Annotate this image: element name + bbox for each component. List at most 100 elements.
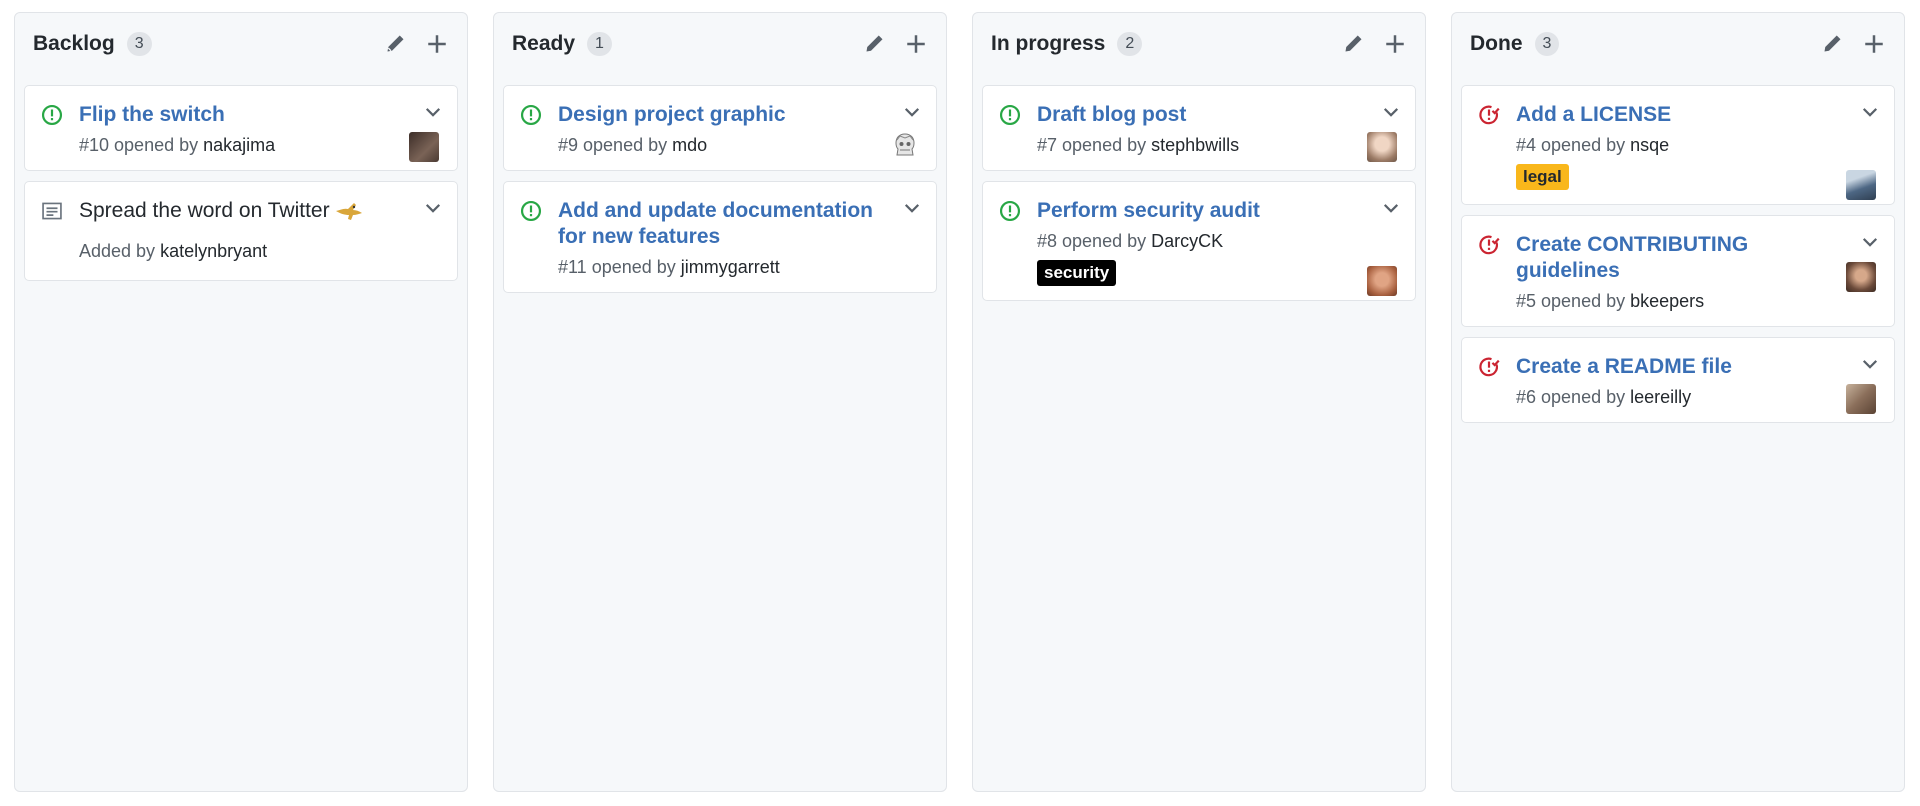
column-header: In progress 2 bbox=[973, 13, 1425, 75]
card-meta: #7 opened by stephbwills bbox=[1037, 134, 1399, 156]
label-legal[interactable]: legal bbox=[1516, 164, 1569, 190]
card-title-link[interactable]: Create CONTRIBUTING guidelines bbox=[1516, 232, 1846, 284]
column-backlog: Backlog 3 Flip the switch #10 opened by … bbox=[14, 12, 468, 792]
chevron-down-icon[interactable] bbox=[1860, 232, 1880, 252]
card-meta-text: #4 opened by bbox=[1516, 135, 1626, 155]
plus-icon[interactable] bbox=[1383, 32, 1407, 56]
card-meta: #8 opened by DarcyCK bbox=[1037, 230, 1399, 252]
note-icon bbox=[42, 202, 62, 220]
card-meta-text: #6 opened by bbox=[1516, 387, 1626, 407]
issue-closed-icon bbox=[1479, 357, 1500, 377]
card-author[interactable]: katelynbryant bbox=[160, 241, 267, 261]
avatar[interactable] bbox=[1367, 266, 1397, 296]
card-meta-text: #10 opened by bbox=[79, 135, 199, 155]
column-done: Done 3 Add a LICENSE #4 opened by nsqe l… bbox=[1451, 12, 1905, 792]
card-title: Spread the word on Twitter bbox=[79, 198, 409, 224]
column-count: 1 bbox=[587, 32, 612, 56]
twitter-bird-icon bbox=[335, 203, 362, 221]
column-title: Backlog bbox=[33, 32, 115, 55]
issue-card[interactable]: Draft blog post #7 opened by stephbwills bbox=[982, 85, 1416, 171]
column-actions bbox=[383, 32, 449, 56]
issue-card[interactable]: Perform security audit #8 opened by Darc… bbox=[982, 181, 1416, 301]
issue-opened-icon bbox=[520, 104, 542, 126]
card-title-link[interactable]: Create a README file bbox=[1516, 354, 1846, 380]
column-header: Done 3 bbox=[1452, 13, 1904, 75]
pencil-icon[interactable] bbox=[1820, 32, 1844, 56]
card-meta: #11 opened by jimmygarrett bbox=[558, 256, 920, 278]
chevron-down-icon[interactable] bbox=[423, 102, 443, 122]
card-title-link[interactable]: Perform security audit bbox=[1037, 198, 1367, 224]
card-author[interactable]: nsqe bbox=[1630, 135, 1669, 155]
issue-opened-icon bbox=[999, 104, 1021, 126]
chevron-down-icon[interactable] bbox=[423, 198, 443, 218]
column-title: Ready bbox=[512, 32, 576, 55]
card-meta: #4 opened by nsqe bbox=[1516, 134, 1878, 156]
column-title: Done bbox=[1470, 32, 1523, 55]
column-header: Backlog 3 bbox=[15, 13, 467, 75]
card-title-link[interactable]: Add and update documentation for new fea… bbox=[558, 198, 888, 250]
plus-icon[interactable] bbox=[425, 32, 449, 56]
card-author[interactable]: nakajima bbox=[203, 135, 275, 155]
plus-icon[interactable] bbox=[1862, 32, 1886, 56]
avatar[interactable] bbox=[1367, 132, 1397, 162]
column-actions bbox=[1820, 32, 1886, 56]
card-meta: #5 opened by bkeepers bbox=[1516, 290, 1878, 312]
issue-closed-icon bbox=[1479, 235, 1500, 255]
issue-card[interactable]: Add a LICENSE #4 opened by nsqe legal bbox=[1461, 85, 1895, 205]
pencil-icon[interactable] bbox=[862, 32, 886, 56]
avatar[interactable] bbox=[1846, 170, 1876, 200]
issue-card[interactable]: Flip the switch #10 opened by nakajima bbox=[24, 85, 458, 171]
column-header: Ready 1 bbox=[494, 13, 946, 75]
card-meta: #9 opened by mdo bbox=[558, 134, 920, 156]
avatar[interactable] bbox=[1846, 262, 1876, 292]
issue-card[interactable]: Create a README file #6 opened by leerei… bbox=[1461, 337, 1895, 423]
card-author[interactable]: bkeepers bbox=[1630, 291, 1704, 311]
chevron-down-icon[interactable] bbox=[1860, 102, 1880, 122]
issue-card[interactable]: Design project graphic #9 opened by mdo bbox=[503, 85, 937, 171]
card-meta-text: #5 opened by bbox=[1516, 291, 1626, 311]
note-text: Spread the word on Twitter bbox=[79, 199, 330, 222]
card-meta: #10 opened by nakajima bbox=[79, 134, 441, 156]
column-actions bbox=[1341, 32, 1407, 56]
column-actions bbox=[862, 32, 928, 56]
pencil-icon[interactable] bbox=[1341, 32, 1365, 56]
pencil-icon[interactable] bbox=[383, 32, 407, 56]
column-count: 2 bbox=[1117, 32, 1143, 56]
card-title-link[interactable]: Flip the switch bbox=[79, 102, 409, 128]
card-meta-text: Added by bbox=[79, 241, 156, 261]
card-author[interactable]: leereilly bbox=[1630, 387, 1691, 407]
issue-card[interactable]: Add and update documentation for new fea… bbox=[503, 181, 937, 293]
issue-opened-icon bbox=[999, 200, 1021, 222]
plus-icon[interactable] bbox=[904, 32, 928, 56]
avatar[interactable] bbox=[1846, 384, 1876, 414]
issue-opened-icon bbox=[41, 104, 63, 126]
card-author[interactable]: mdo bbox=[672, 135, 707, 155]
column-count: 3 bbox=[1534, 32, 1560, 56]
chevron-down-icon[interactable] bbox=[1860, 354, 1880, 374]
issue-card[interactable]: Create CONTRIBUTING guidelines #5 opened… bbox=[1461, 215, 1895, 327]
note-card[interactable]: Spread the word on Twitter Added by kate… bbox=[24, 181, 458, 281]
column-ready: Ready 1 Design project graphic #9 opened… bbox=[493, 12, 947, 792]
avatar[interactable] bbox=[409, 132, 439, 162]
issue-opened-icon bbox=[520, 200, 542, 222]
card-author[interactable]: DarcyCK bbox=[1151, 231, 1223, 251]
card-author[interactable]: stephbwills bbox=[1151, 135, 1239, 155]
card-author[interactable]: jimmygarrett bbox=[681, 257, 780, 277]
project-board: Backlog 3 Flip the switch #10 opened by … bbox=[14, 12, 1914, 792]
card-meta-text: #8 opened by bbox=[1037, 231, 1147, 251]
column-title: In progress bbox=[991, 32, 1106, 55]
card-title-link[interactable]: Add a LICENSE bbox=[1516, 102, 1846, 128]
card-meta: Added by katelynbryant bbox=[79, 240, 441, 262]
card-title-link[interactable]: Design project graphic bbox=[558, 102, 888, 128]
card-meta-text: #11 opened by bbox=[558, 257, 676, 277]
chevron-down-icon[interactable] bbox=[902, 102, 922, 122]
label-security[interactable]: security bbox=[1037, 260, 1117, 286]
chevron-down-icon[interactable] bbox=[1381, 102, 1401, 122]
card-meta-text: #7 opened by bbox=[1037, 135, 1147, 155]
card-meta: #6 opened by leereilly bbox=[1516, 386, 1878, 408]
chevron-down-icon[interactable] bbox=[1381, 198, 1401, 218]
chevron-down-icon[interactable] bbox=[902, 198, 922, 218]
issue-closed-icon bbox=[1479, 105, 1500, 125]
card-title-link[interactable]: Draft blog post bbox=[1037, 102, 1367, 128]
avatar[interactable] bbox=[892, 132, 918, 160]
